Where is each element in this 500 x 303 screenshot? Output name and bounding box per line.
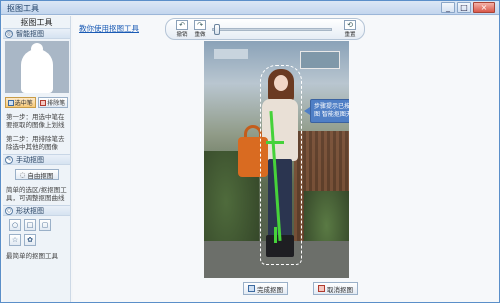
cancel-icon [318,285,325,292]
step-two-text: 第二步：用排除笔去除选中其他的图像 [6,135,65,151]
section-smart-label: 智能抠图 [16,29,44,38]
window-title: 抠图工具 [7,4,39,13]
section-shape-label: 形状抠图 [16,206,44,215]
section-shape[interactable]: ◇ 形状抠图 [3,205,70,216]
circle-shape-button[interactable]: ○ [9,219,21,231]
erase-brush-icon [40,99,47,106]
star-shape-button[interactable]: ☆ [9,234,21,246]
cancel-label: 取消抠图 [327,285,353,294]
hint-tooltip: 步骤提示已按照下图 智能抠图无效 [310,99,349,123]
keep-brush-icon [7,99,14,106]
done-icon [248,285,255,292]
redo-label: 重做 [194,32,206,38]
manual-desc: 简单的选区/抠抠图工具，可调整抠图曲线 [6,186,67,202]
sidebar-heading: 抠图工具 [20,18,53,27]
smart-preview-thumbnail [5,41,69,93]
app-window: 抠图工具 _ □ × 抠图工具 ◎ 智能抠图 选中笔 排除笔 第一步：用选中笔在… [0,0,500,303]
manual-icon: ✎ [5,155,13,164]
section-manual[interactable]: ✎ 手动抠图 [3,154,70,165]
close-button[interactable]: × [473,2,495,13]
sidebar: 抠图工具 ◎ 智能抠图 选中笔 排除笔 第一步：用选中笔在要抠取的图像上划线 第… [3,16,71,302]
square-shape-button[interactable]: □ [24,219,36,231]
reset-icon: ⟲ [344,20,356,30]
brush-row: 选中笔 排除笔 [3,95,70,110]
minimize-button[interactable]: _ [441,2,455,13]
section-manual-label: 手动抠图 [16,155,44,164]
selection-outline [260,65,302,265]
window-controls: _ □ × [441,2,495,13]
smart-icon: ◎ [5,29,13,38]
keep-brush-label: 选中笔 [14,100,33,107]
lasso-icon: ◌ [19,170,26,179]
background-sign-right [300,51,340,69]
undo-label: 撤销 [176,32,188,38]
maximize-button[interactable]: □ [457,2,471,13]
free-cutout-button[interactable]: ◌ 自由抠图 [14,169,59,180]
brush-size-slider[interactable] [212,28,332,31]
cancel-cutout-button[interactable]: 取消抠图 [313,282,358,295]
shape-desc: 最简单的抠图工具 [6,252,58,260]
thumbnail-body-shape [21,49,53,93]
shape-icon: ◇ [5,206,13,215]
redo-button[interactable]: ↷ 重做 [192,20,208,39]
undo-button[interactable]: ↶ 撤销 [174,20,190,39]
erase-brush-label: 排除笔 [47,100,66,107]
shape-grid: ○ □ ▢ ☆ ✿ [3,216,63,249]
keep-brush-button[interactable]: 选中笔 [5,97,36,108]
background-sign-left [214,49,248,59]
flower-shape-button[interactable]: ✿ [24,234,36,246]
reset-button[interactable]: ⟲ 重置 [342,20,358,39]
section-smart[interactable]: ◎ 智能抠图 [3,28,70,39]
title-bar: 抠图工具 _ □ × [1,1,499,15]
done-cutout-button[interactable]: 完成抠图 [243,282,288,295]
undo-icon: ↶ [176,20,188,30]
step-one-text: 第一步：用选中笔在要抠取的图像上划线 [6,113,65,129]
rounded-shape-button[interactable]: ▢ [39,219,51,231]
image-canvas[interactable]: 步骤提示已按照下图 智能抠图无效 [204,41,349,278]
free-cutout-label: 自由抠图 [27,171,54,180]
slider-thumb[interactable] [214,24,220,35]
help-link[interactable]: 教你使用抠图工具 [79,23,139,34]
edit-toolbar: ↶ 撤销 ↷ 重做 ⟲ 重置 [165,18,365,40]
done-label: 完成抠图 [257,285,283,294]
erase-brush-button[interactable]: 排除笔 [37,97,68,108]
reset-label: 重置 [344,32,356,38]
main-area: 教你使用抠图工具 ↶ 撤销 ↷ 重做 ⟲ 重置 步骤提示已按 图 智能抠图无 完… [73,16,499,302]
redo-icon: ↷ [194,20,206,30]
